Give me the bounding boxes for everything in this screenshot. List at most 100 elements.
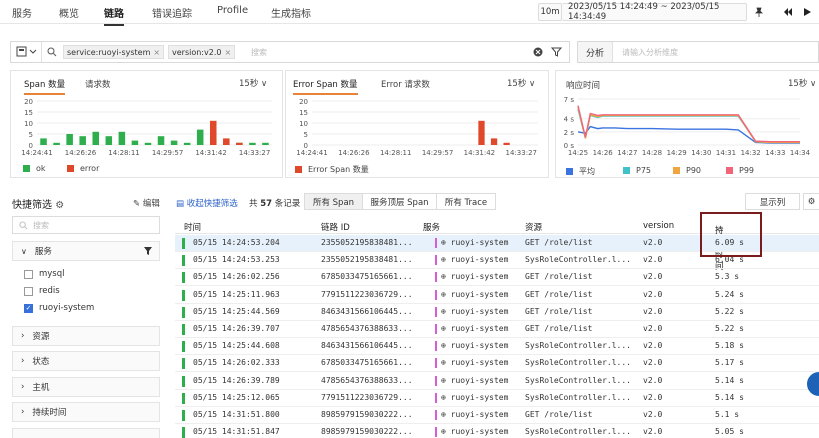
- tab-request-count[interactable]: 请求数: [85, 78, 111, 90]
- x-tick-label: 14:27: [617, 149, 637, 157]
- cell-time: 05/15 14:25:44.608: [193, 341, 280, 351]
- quickfilter-search[interactable]: 搜索: [12, 216, 160, 234]
- analysis-input[interactable]: 请输入分析维度: [622, 47, 678, 58]
- quickfilter-group-host[interactable]: › 主机: [12, 377, 160, 397]
- close-icon[interactable]: ×: [224, 48, 231, 57]
- time-range-short[interactable]: 10m: [538, 3, 562, 21]
- gear-icon[interactable]: ⚙: [55, 200, 64, 211]
- status-bar: [182, 272, 185, 284]
- tab-error-span-count[interactable]: Error Span 数量: [293, 78, 358, 95]
- search-input[interactable]: 搜索: [251, 47, 267, 58]
- tab-generate-metrics[interactable]: 生成指标: [271, 5, 311, 20]
- interval-select[interactable]: 15秒 ∨: [788, 77, 816, 89]
- legend-p99[interactable]: P99: [726, 166, 754, 175]
- col-service[interactable]: 服务: [423, 221, 440, 233]
- table-row[interactable]: 05/15 14:25:11.963 7791511223036729... ⊕ r…: [175, 287, 819, 304]
- tab-profile[interactable]: Profile: [217, 5, 248, 16]
- legend-ok[interactable]: ok: [23, 164, 46, 173]
- filter-settings-icon[interactable]: [550, 46, 563, 61]
- table-row[interactable]: 05/15 14:25:44.569 8463431566106445... ⊕ r…: [175, 304, 819, 321]
- table-row[interactable]: 05/15 14:31:51.800 8985979159030222... ⊕ r…: [175, 407, 819, 424]
- legend-error-span[interactable]: Error Span 数量: [295, 164, 369, 175]
- col-time[interactable]: 时间: [184, 221, 201, 233]
- quickfilter-group-more[interactable]: [12, 428, 160, 438]
- cell-version: v2.0: [643, 375, 663, 385]
- tab-error-request-count[interactable]: Error 请求数: [381, 78, 430, 90]
- status-bar: [182, 410, 185, 421]
- filter-type-icon[interactable]: [16, 46, 38, 61]
- y-tick-label: 5: [304, 131, 308, 139]
- quickfilter-group-service[interactable]: ∨ 服务: [12, 241, 160, 261]
- tab-overview[interactable]: 概览: [59, 5, 79, 20]
- filter-icon[interactable]: [143, 246, 153, 259]
- col-version[interactable]: version: [643, 221, 674, 231]
- collapse-quickfilter-link[interactable]: ▤ 收起快捷筛选: [176, 197, 238, 209]
- x-tick-label: 14:24:41: [21, 149, 52, 157]
- tab-services[interactable]: 服务: [12, 5, 32, 20]
- time-range-picker[interactable]: 2023/05/15 14:24:49 ~ 2023/05/15 14:34:4…: [562, 2, 747, 22]
- close-icon[interactable]: ×: [153, 48, 160, 57]
- filter-bar[interactable]: service:ruoyi-system × version:v2.0 × 搜索: [10, 41, 570, 63]
- legend-avg[interactable]: 平均: [566, 166, 595, 177]
- status-bar: [182, 392, 185, 404]
- cell-service-text: ruoyi-system: [450, 324, 509, 333]
- tab-traces[interactable]: 链路: [104, 5, 124, 26]
- table-row[interactable]: 05/15 14:31:51.847 8985979159030222... ⊕ r…: [175, 424, 819, 438]
- play-icon[interactable]: [798, 3, 816, 21]
- filter-chip-version[interactable]: version:v2.0 ×: [168, 45, 236, 59]
- table-row[interactable]: 05/15 14:25:12.065 7791511223036729... ⊕ r…: [175, 390, 819, 407]
- table-row[interactable]: 05/15 14:26:02.333 6785033475165661... ⊕ r…: [175, 355, 819, 373]
- checkbox-checked[interactable]: ✓: [24, 303, 33, 313]
- col-trace-id[interactable]: 链路 ID: [321, 221, 350, 233]
- cell-service: ⊕ ruoyi-system: [434, 358, 508, 369]
- cell-service: ⊕ ruoyi-system: [434, 306, 508, 317]
- table-row[interactable]: 05/15 14:26:39.707 4785654376388633... ⊕ r…: [175, 321, 819, 338]
- cell-resource: GET /role/list: [525, 410, 593, 419]
- quickfilter-edit[interactable]: ✎ 编辑: [133, 197, 160, 209]
- cell-trace-id: 8463431566106445...: [321, 306, 413, 316]
- error-span-panel: Error Span 数量 Error 请求数 15秒 ∨ 20 15 10 5 0 14…: [285, 70, 549, 178]
- filter-chip-service[interactable]: service:ruoyi-system ×: [63, 45, 165, 59]
- settings-icon[interactable]: ⚙: [803, 193, 819, 210]
- clear-icon[interactable]: [533, 47, 543, 60]
- pin-icon[interactable]: [750, 3, 768, 21]
- quickfilter-group-resource[interactable]: › 资源: [12, 326, 160, 346]
- legend-p75[interactable]: P75: [623, 166, 651, 175]
- display-columns-button[interactable]: 显示列: [745, 193, 800, 210]
- bar-ok: [92, 131, 100, 145]
- view-all-traces[interactable]: 所有 Trace: [436, 193, 496, 210]
- x-tick-label: 14:26:26: [65, 149, 97, 157]
- rewind-icon[interactable]: [779, 3, 797, 21]
- quickfilter-option[interactable]: ✓ ruoyi-system: [24, 303, 94, 313]
- table-row[interactable]: 05/15 14:26:39.789 4785654376388633... ⊕ r…: [175, 373, 819, 390]
- bar-error: [236, 142, 243, 145]
- chevron-right-icon: ›: [21, 407, 25, 417]
- cell-service: ⊕ ruoyi-system: [434, 427, 508, 438]
- quickfilter-option[interactable]: mysql: [24, 269, 65, 279]
- top-nav: 服务 概览 链路 错误追踪 Profile 生成指标 10m 2023/05/1…: [0, 0, 819, 26]
- error-span-chart: 2015105014:24:41 14:26:26 14:28:11 14:29:57…: [296, 98, 538, 157]
- view-service-top-spans[interactable]: 服务顶层 Span: [362, 193, 437, 210]
- checkbox[interactable]: [24, 286, 33, 296]
- quickfilter-group-status[interactable]: › 状态: [12, 351, 160, 371]
- legend-error[interactable]: error: [67, 164, 99, 173]
- cell-service: ⊕ ruoyi-system: [434, 255, 508, 266]
- quickfilter-group-duration[interactable]: › 持续时间: [12, 402, 160, 422]
- status-bar: [182, 238, 185, 249]
- bar-ok: [79, 136, 86, 145]
- col-resource[interactable]: 资源: [525, 221, 542, 233]
- analysis-bar[interactable]: 分析 请输入分析维度: [577, 41, 819, 63]
- view-all-spans[interactable]: 所有 Span: [304, 193, 363, 210]
- quickfilter-option[interactable]: redis: [24, 286, 60, 296]
- interval-select[interactable]: 15秒 ∨: [507, 77, 535, 89]
- interval-select[interactable]: 15秒 ∨: [239, 77, 267, 89]
- edit-icon: ✎: [133, 199, 141, 209]
- table-row[interactable]: 05/15 14:25:44.608 8463431566106445... ⊕ r…: [175, 338, 819, 356]
- tab-error-tracking[interactable]: 错误追踪: [152, 5, 192, 20]
- table-row[interactable]: 05/15 14:26:02.256 6785033475165661... ⊕ r…: [175, 269, 819, 287]
- tab-span-count[interactable]: Span 数量: [24, 78, 66, 95]
- cell-service: ⊕ ruoyi-system: [434, 324, 509, 334]
- globe-icon: ⊕: [441, 341, 451, 351]
- checkbox[interactable]: [24, 269, 33, 279]
- legend-p90[interactable]: P90: [673, 166, 701, 175]
